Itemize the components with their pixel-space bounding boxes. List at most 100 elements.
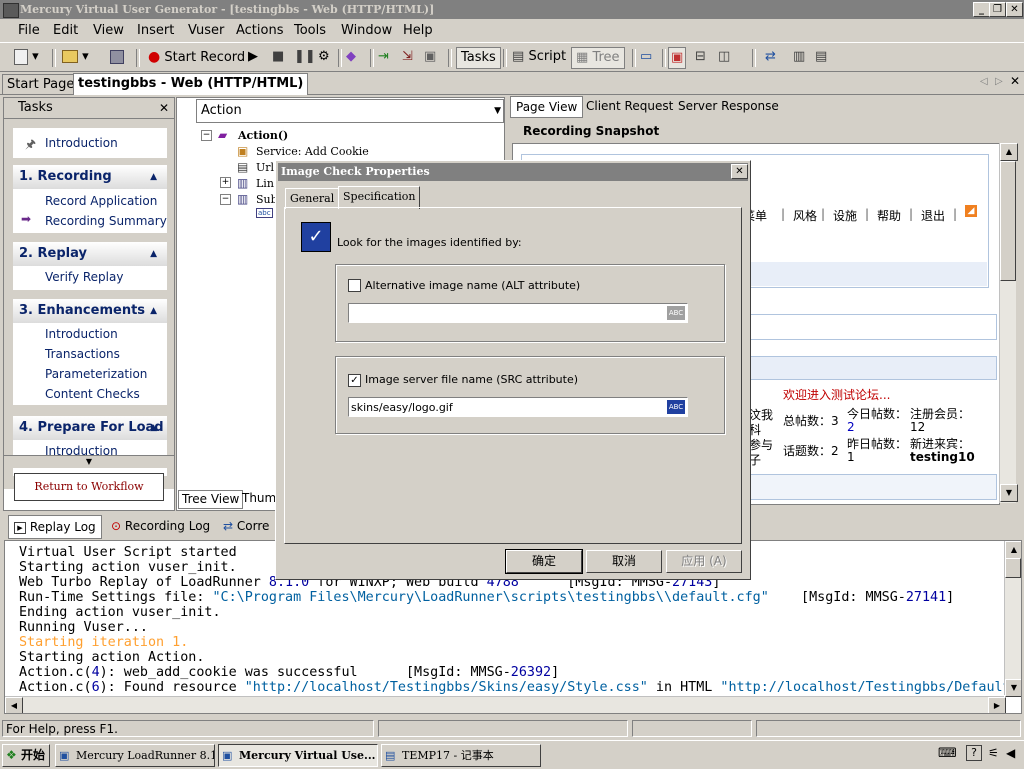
- scroll-left-icon[interactable]: ◀: [5, 697, 23, 713]
- nav-link-tools[interactable]: 设施: [833, 207, 857, 224]
- restore-button[interactable]: ❐: [989, 2, 1006, 17]
- sync-icon[interactable]: ⇄: [765, 47, 776, 67]
- script-view-button[interactable]: ▤ Script: [512, 47, 566, 67]
- settings-gear-icon[interactable]: ⚙: [318, 47, 330, 67]
- menu-help[interactable]: Help: [403, 23, 433, 38]
- open-folder-icon[interactable]: ▾: [62, 47, 89, 67]
- scroll-down-icon[interactable]: ▼: [1005, 679, 1021, 697]
- task-parameterization[interactable]: Parameterization: [45, 367, 147, 381]
- eraser-icon[interactable]: ◆: [346, 47, 356, 67]
- insert-step-icon[interactable]: ⇥: [378, 47, 389, 67]
- task-enh-intro[interactable]: Introduction: [45, 327, 118, 341]
- tree-expand-icon[interactable]: +: [220, 177, 231, 188]
- taskbar-vugen[interactable]: ▣ Mercury Virtual Use...: [218, 744, 378, 767]
- split-view-icon[interactable]: ▣: [668, 47, 687, 69]
- task-intro[interactable]: Introduction: [45, 136, 118, 150]
- action-combo[interactable]: Action ▼: [196, 99, 504, 123]
- tab-correlation[interactable]: ⇄ Corre: [218, 515, 274, 537]
- stop-icon[interactable]: ■: [272, 47, 284, 67]
- alt-checkbox[interactable]: [348, 279, 361, 292]
- tab-page-view[interactable]: Page View: [510, 96, 584, 118]
- tab-start-page[interactable]: Start Page: [2, 74, 80, 94]
- tree-node-url[interactable]: Url: [256, 161, 274, 174]
- group-replay-header[interactable]: 2. Replay ▲: [13, 242, 167, 266]
- menu-actions[interactable]: Actions: [236, 23, 284, 38]
- pause-icon[interactable]: ❚❚: [294, 47, 316, 67]
- tab-tree-view[interactable]: Tree View: [178, 490, 244, 509]
- group-prepare-load-header[interactable]: 4. Prepare For Load ▲: [13, 416, 167, 440]
- new-script-icon[interactable]: ▾: [14, 47, 39, 67]
- menu-vuser[interactable]: Vuser: [188, 23, 224, 38]
- volume-icon[interactable]: ◀: [1006, 746, 1015, 760]
- tasks-close-icon[interactable]: ✕: [159, 98, 169, 118]
- menu-tools[interactable]: Tools: [294, 23, 326, 38]
- nav-link-help[interactable]: 帮助: [877, 207, 901, 224]
- snapshot-icon[interactable]: ▭: [640, 47, 652, 67]
- layout-horizontal-icon[interactable]: ⊟: [695, 47, 706, 67]
- tree-view-button[interactable]: ▦ Tree: [571, 47, 625, 69]
- src-param-icon[interactable]: ABC: [667, 400, 685, 414]
- scroll-thumb[interactable]: [1000, 161, 1016, 281]
- scroll-up-icon[interactable]: ▲: [1000, 143, 1018, 161]
- snapshot-scrollbar[interactable]: ▲ ▼: [999, 143, 1018, 503]
- menu-view[interactable]: View: [93, 23, 124, 38]
- return-to-workflow-button[interactable]: Return to Workflow: [14, 473, 164, 501]
- ime-icon[interactable]: ⚟: [988, 746, 999, 760]
- ok-button[interactable]: 确定: [505, 549, 583, 574]
- task-verify-replay[interactable]: Verify Replay: [45, 270, 123, 284]
- scroll-down-icon[interactable]: ▼: [1000, 484, 1018, 502]
- keyboard-icon[interactable]: ⌨: [938, 746, 957, 761]
- collapse-icon[interactable]: ▲: [150, 165, 157, 189]
- save-icon[interactable]: [110, 47, 124, 67]
- menu-window[interactable]: Window: [341, 23, 392, 38]
- src-checkbox[interactable]: ✓: [348, 374, 361, 387]
- menu-file[interactable]: File: [18, 23, 40, 38]
- collapse-icon[interactable]: ▲: [150, 242, 157, 266]
- task-record-application[interactable]: Record Application: [45, 194, 157, 208]
- taskbar-loadrunner[interactable]: ▣ Mercury LoadRunner 8.1: [55, 744, 215, 767]
- tree-node-link[interactable]: Lin: [256, 177, 274, 190]
- tab-client-request[interactable]: Client Request: [581, 96, 678, 116]
- group-enhancements-header[interactable]: 3. Enhancements ▲: [13, 299, 167, 323]
- layout-vertical-icon[interactable]: ◫: [718, 47, 730, 67]
- cancel-button[interactable]: 取消: [586, 550, 662, 573]
- menu-insert[interactable]: Insert: [137, 23, 174, 38]
- tab-server-response[interactable]: Server Response: [673, 96, 784, 116]
- tab-recording-log[interactable]: ⊙ Recording Log: [106, 515, 215, 537]
- tree-node-service[interactable]: Service: Add Cookie: [256, 145, 369, 158]
- alt-input[interactable]: ABC: [348, 303, 688, 323]
- tab-general[interactable]: General: [285, 188, 340, 209]
- task-transactions[interactable]: Transactions: [45, 347, 120, 361]
- start-record-button[interactable]: ● Start Record: [148, 47, 245, 67]
- tab-scroll-right-icon[interactable]: ▷: [995, 76, 1003, 87]
- task-content-checks[interactable]: Content Checks: [45, 387, 140, 401]
- scroll-thumb[interactable]: [1005, 558, 1021, 578]
- task-recording-summary[interactable]: Recording Summary: [45, 214, 167, 228]
- tab-replay-log[interactable]: ▶ Replay Log: [8, 515, 102, 539]
- log-hscrollbar[interactable]: ◀ ▶: [5, 696, 1006, 713]
- scroll-right-icon[interactable]: ▶: [988, 697, 1006, 713]
- chevron-down-icon[interactable]: ▼: [494, 100, 501, 122]
- tab-specification[interactable]: Specification: [338, 186, 421, 209]
- nav-link-logout[interactable]: 退出: [921, 207, 945, 224]
- tree-node-action[interactable]: Action(): [238, 129, 288, 142]
- alt-param-icon[interactable]: ABC: [667, 306, 685, 320]
- compile-icon[interactable]: ▣: [424, 47, 436, 67]
- collapse-icon[interactable]: ▲: [150, 416, 157, 440]
- tab-scroll-left-icon[interactable]: ◁: [980, 76, 988, 87]
- nav-link-style[interactable]: 风格: [793, 207, 817, 224]
- tables-icon[interactable]: ▥: [793, 47, 805, 67]
- step-properties-icon[interactable]: ▤: [815, 47, 827, 67]
- start-button[interactable]: ❖ 开始: [2, 744, 50, 767]
- export-icon[interactable]: ⇲: [402, 47, 413, 67]
- scroll-up-icon[interactable]: ▲: [1005, 541, 1021, 559]
- rss-icon[interactable]: ◢: [965, 205, 977, 217]
- close-button[interactable]: ✕: [1006, 2, 1023, 17]
- tasks-view-button[interactable]: Tasks: [456, 47, 501, 69]
- collapse-icon[interactable]: ▲: [150, 299, 157, 323]
- tab-testingbbs[interactable]: testingbbs - Web (HTTP/HTML): [73, 73, 309, 95]
- group-recording-header[interactable]: 1. Recording ▲: [13, 165, 167, 189]
- play-icon[interactable]: ▶: [248, 47, 258, 67]
- taskbar-notepad[interactable]: ▤ TEMP17 - 记事本: [381, 744, 541, 767]
- minimize-button[interactable]: _: [973, 2, 990, 17]
